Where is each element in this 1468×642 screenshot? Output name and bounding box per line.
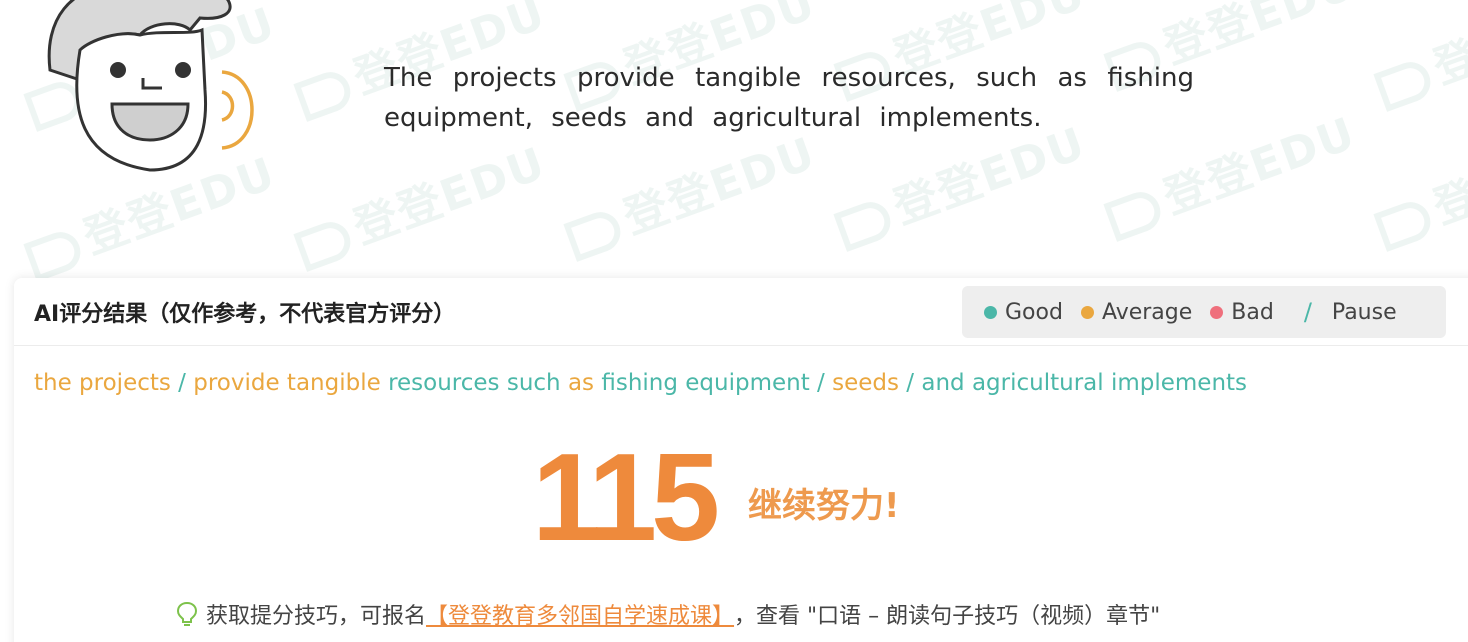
watermark-logo: 登登EDU — [1367, 107, 1468, 256]
score-value: 115 — [532, 429, 720, 567]
good-dot-icon — [984, 305, 997, 319]
ai-score-card: AI评分结果（仅作参考，不代表官方评分） Good Average Bad / … — [14, 278, 1468, 642]
legend-good-label: Good — [1005, 299, 1063, 325]
pause-slash-icon: / — [1303, 298, 1312, 326]
card-title: AI评分结果（仅作参考，不代表官方评分） — [34, 302, 456, 327]
phrase-rating-line: the projects / provide tangible resource… — [34, 370, 1247, 396]
tip-prefix: 获取提分技巧，可报名 — [206, 604, 427, 629]
rated-phrase: fishing equipment — [594, 370, 810, 396]
average-dot-icon — [1080, 305, 1094, 319]
card-header: AI评分结果（仅作参考，不代表官方评分） Good Average Bad / … — [14, 278, 1468, 346]
rated-phrase: as — [567, 370, 595, 396]
tip-suffix: ，查看 "口语 – 朗读句子技巧（视频）章节" — [734, 604, 1161, 629]
target-sentence: The projects provide tangible resources,… — [384, 63, 1194, 133]
pause-marker: / — [170, 370, 194, 396]
watermark-logo: 登登EDU — [1367, 0, 1468, 117]
pause-marker: / — [899, 370, 922, 396]
score-comment: 继续努力! — [748, 486, 900, 526]
rated-phrase: and agricultural implements — [921, 370, 1248, 396]
legend-good: Good — [984, 300, 1063, 325]
watermark-logo: 登登EDU — [287, 127, 554, 276]
rating-legend: Good Average Bad / Pause — [962, 286, 1446, 338]
speaker-avatar — [40, 0, 280, 180]
rated-phrase: seeds — [832, 370, 899, 396]
speaker-face-icon — [47, 0, 254, 172]
legend-average: Average — [1080, 299, 1193, 325]
course-link[interactable]: 【登登教育多邻国自学速成课】 — [426, 598, 734, 630]
legend-bad-label: Bad — [1231, 299, 1274, 325]
rated-phrase: resources such — [380, 370, 568, 396]
bad-dot-icon — [1210, 305, 1224, 319]
legend-average-label: Average — [1101, 299, 1193, 325]
legend-pause-label: Pause — [1331, 299, 1397, 325]
pause-marker: / — [809, 370, 833, 396]
rated-phrase: provide tangible — [193, 370, 381, 396]
rated-phrase: the projects — [34, 370, 171, 396]
tip-line: 获取提分技巧，可报名 【登登教育多邻国自学速成课】 ，查看 "口语 – 朗读句子… — [176, 598, 1160, 630]
legend-bad: Bad — [1210, 300, 1274, 325]
watermark-logo: 登登EDU — [557, 117, 824, 266]
lightbulb-icon — [176, 601, 198, 626]
